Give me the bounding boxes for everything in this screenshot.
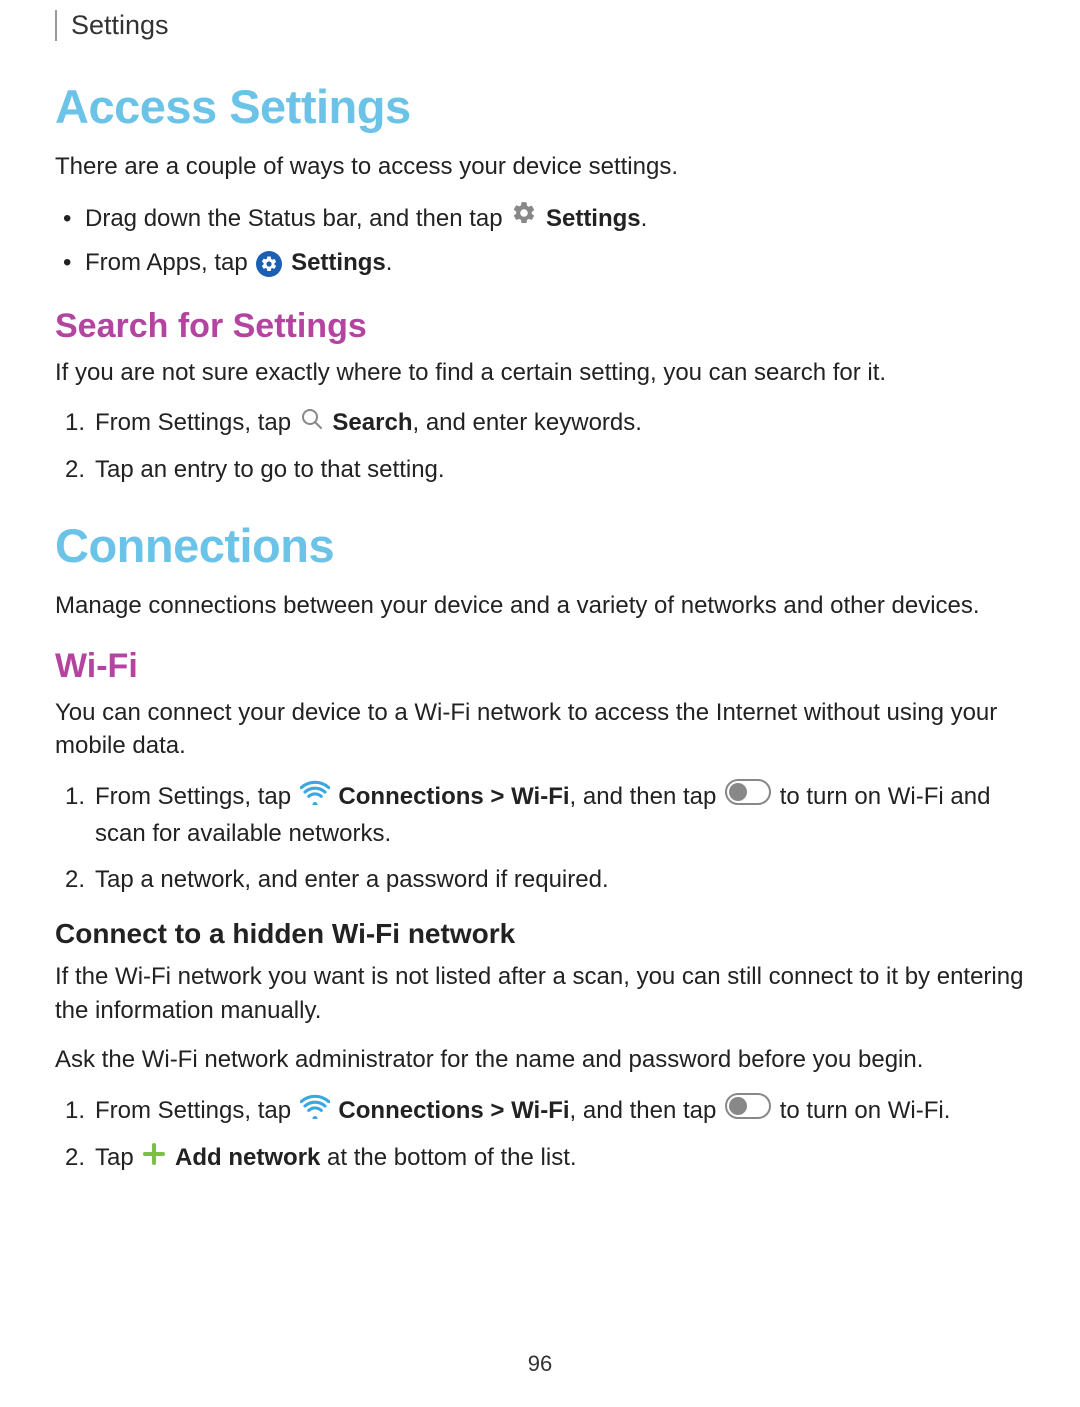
access-intro: There are a couple of ways to access you…: [55, 150, 1025, 184]
connections-intro: Manage connections between your device a…: [55, 589, 1025, 623]
hidden-intro: If the Wi-Fi network you want is not lis…: [55, 960, 1025, 1027]
access-bullets: Drag down the Status bar, and then tap S…: [55, 200, 1025, 283]
heading-connections: Connections: [55, 518, 1025, 573]
section-header-title: Settings: [71, 10, 1025, 41]
settings-app-icon: [256, 251, 282, 277]
heading-wifi: Wi-Fi: [55, 647, 1025, 686]
section-header: Settings: [55, 10, 1025, 41]
page-number: 96: [528, 1351, 552, 1377]
bullet-from-apps: From Apps, tap Settings.: [85, 244, 1025, 282]
hidden-step-2: Tap Add network at the bottom of the lis…: [95, 1140, 1025, 1177]
wifi-icon: [300, 1093, 330, 1130]
search-step-1: From Settings, tap Search, and enter key…: [95, 405, 1025, 442]
wifi-steps: From Settings, tap Connections > Wi-Fi, …: [55, 779, 1025, 898]
settings-gear-icon: [511, 200, 537, 238]
heading-search-settings: Search for Settings: [55, 307, 1025, 346]
wifi-icon: [300, 779, 330, 816]
wifi-intro: You can connect your device to a Wi-Fi n…: [55, 696, 1025, 763]
search-step-2: Tap an entry to go to that setting.: [95, 452, 1025, 488]
toggle-off-icon: [725, 779, 771, 816]
wifi-step-2: Tap a network, and enter a password if r…: [95, 862, 1025, 898]
search-icon: [300, 406, 324, 442]
heading-access-settings: Access Settings: [55, 79, 1025, 134]
search-steps: From Settings, tap Search, and enter key…: [55, 405, 1025, 488]
toggle-off-icon: [725, 1093, 771, 1130]
search-intro: If you are not sure exactly where to fin…: [55, 356, 1025, 390]
wifi-step-1: From Settings, tap Connections > Wi-Fi, …: [95, 779, 1025, 852]
hidden-steps: From Settings, tap Connections > Wi-Fi, …: [55, 1093, 1025, 1177]
plus-icon: [142, 1141, 166, 1177]
bullet-drag-status-bar: Drag down the Status bar, and then tap S…: [85, 200, 1025, 239]
heading-hidden-wifi: Connect to a hidden Wi-Fi network: [55, 918, 1025, 950]
hidden-step-1: From Settings, tap Connections > Wi-Fi, …: [95, 1093, 1025, 1130]
hidden-intro2: Ask the Wi-Fi network administrator for …: [55, 1043, 1025, 1077]
